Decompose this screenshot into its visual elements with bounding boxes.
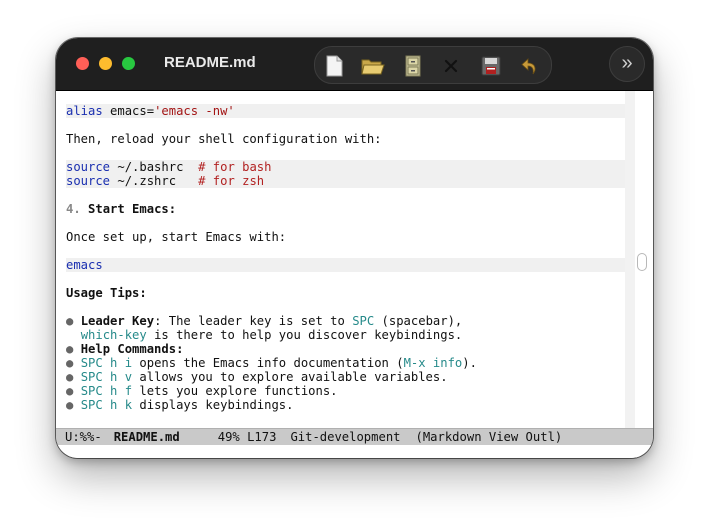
text-span: ● xyxy=(66,342,81,356)
code-line[interactable]: alias emacs='emacs -nw' xyxy=(66,104,626,118)
text-span: ● xyxy=(66,370,81,384)
text-span: SPC h v xyxy=(80,370,133,384)
text-line[interactable] xyxy=(66,272,626,286)
text-line[interactable]: which-key is there to help you discover … xyxy=(66,328,626,342)
text-span: # for bash xyxy=(198,160,272,174)
text-span: opens the Emacs info documentation ( xyxy=(132,356,404,370)
text-span: Start Emacs: xyxy=(88,202,177,216)
text-line[interactable] xyxy=(66,118,626,132)
text-line[interactable]: 4. Start Emacs: xyxy=(66,202,626,216)
new-file-icon[interactable] xyxy=(323,55,345,77)
toolbar xyxy=(314,46,552,84)
text-span: is there to help you discover keybinding… xyxy=(146,328,463,342)
emacs-window: README.md » alias emacs='emacs -nw' Then… xyxy=(56,38,653,458)
text-span: Help Commands: xyxy=(80,342,184,356)
text-span: ~/.zshrc xyxy=(110,174,199,188)
text-span: (spacebar), xyxy=(374,314,463,328)
editor-area[interactable]: alias emacs='emacs -nw' Then, reload you… xyxy=(56,91,653,428)
minimize-window-button[interactable] xyxy=(99,57,112,70)
modeline-major-mode[interactable]: (Markdown View Outl) xyxy=(416,429,563,445)
text-span: 'emacs -nw' xyxy=(154,104,235,118)
code-line[interactable]: source ~/.bashrc # for bash xyxy=(66,160,626,174)
modeline-vc[interactable]: Git-development xyxy=(290,429,400,445)
text-line[interactable]: ● Help Commands: xyxy=(66,342,626,356)
code-line[interactable]: emacs xyxy=(66,258,626,272)
text-line[interactable]: ● SPC h v allows you to explore availabl… xyxy=(66,370,626,384)
minibuffer[interactable] xyxy=(56,445,653,458)
close-buffer-icon[interactable] xyxy=(440,55,462,77)
text-span: ). xyxy=(462,356,477,370)
window-title: README.md xyxy=(164,54,256,71)
text-span: Then, reload your shell configuration wi… xyxy=(66,132,382,146)
text-span xyxy=(66,328,81,342)
text-span: ● xyxy=(66,314,81,328)
text-span: lets you explore functions. xyxy=(132,384,338,398)
text-span: source xyxy=(66,160,111,174)
text-span: SPC h i xyxy=(80,356,133,370)
text-span: displays keybindings. xyxy=(132,398,294,412)
text-line[interactable] xyxy=(66,300,626,314)
text-line[interactable] xyxy=(66,146,626,160)
text-span xyxy=(81,202,88,216)
text-span: emacs= xyxy=(102,104,155,118)
text-span: ● xyxy=(66,356,81,370)
text-span: ● xyxy=(66,384,81,398)
modeline-buffer-name[interactable]: README.md xyxy=(114,429,180,445)
buffer-text[interactable]: alias emacs='emacs -nw' Then, reload you… xyxy=(66,104,626,412)
left-fringe xyxy=(56,91,66,428)
text-line[interactable] xyxy=(66,188,626,202)
text-line[interactable] xyxy=(66,244,626,258)
text-span: SPC h f xyxy=(80,384,133,398)
text-line[interactable]: ● SPC h f lets you explore functions. xyxy=(66,384,626,398)
text-span: SPC xyxy=(352,314,375,328)
toolbar-overflow-button[interactable]: » xyxy=(609,46,645,82)
text-span: SPC h k xyxy=(80,398,133,412)
text-span: # for zsh xyxy=(198,174,265,188)
text-span: source xyxy=(66,174,111,188)
text-span: which-key xyxy=(80,328,147,342)
text-span: emacs xyxy=(66,258,103,272)
text-span: allows you to explore available variable… xyxy=(132,370,448,384)
text-line[interactable]: ● SPC h k displays keybindings. xyxy=(66,398,626,412)
modeline-position: 49% L173 xyxy=(217,430,277,444)
text-span: Once set up, start Emacs with: xyxy=(66,230,287,244)
undo-icon[interactable] xyxy=(519,55,541,77)
save-disk-icon[interactable] xyxy=(480,55,502,77)
text-span: Leader Key xyxy=(80,314,155,328)
text-line[interactable]: ● Leader Key: The leader key is set to S… xyxy=(66,314,626,328)
text-line[interactable]: Once set up, start Emacs with: xyxy=(66,230,626,244)
cabinet-icon[interactable] xyxy=(402,55,424,77)
text-line[interactable]: Then, reload your shell configuration wi… xyxy=(66,132,626,146)
scrollbar-thumb[interactable] xyxy=(637,253,647,271)
code-line[interactable]: source ~/.zshrc # for zsh xyxy=(66,174,626,188)
close-window-button[interactable] xyxy=(76,57,89,70)
open-folder-icon[interactable] xyxy=(361,55,385,77)
modeline-status: U:%%- xyxy=(65,430,102,444)
text-span: 4. xyxy=(66,202,81,216)
mode-line: U:%%- README.md 49% L173 Git-development (Ma… xyxy=(56,428,653,445)
text-line[interactable]: Usage Tips: xyxy=(66,286,626,300)
text-line[interactable]: ● SPC h i opens the Emacs info documenta… xyxy=(66,356,626,370)
text-span: ● xyxy=(66,398,81,412)
text-span: alias xyxy=(66,104,103,118)
text-line[interactable] xyxy=(66,216,626,230)
text-span: M-x info xyxy=(403,356,463,370)
right-fringe xyxy=(625,91,635,428)
text-span: ~/.bashrc xyxy=(110,160,199,174)
text-span: : The leader key is set to xyxy=(154,314,353,328)
text-span: Usage Tips: xyxy=(66,286,147,300)
title-bar: README.md » xyxy=(56,38,653,91)
zoom-window-button[interactable] xyxy=(122,57,135,70)
